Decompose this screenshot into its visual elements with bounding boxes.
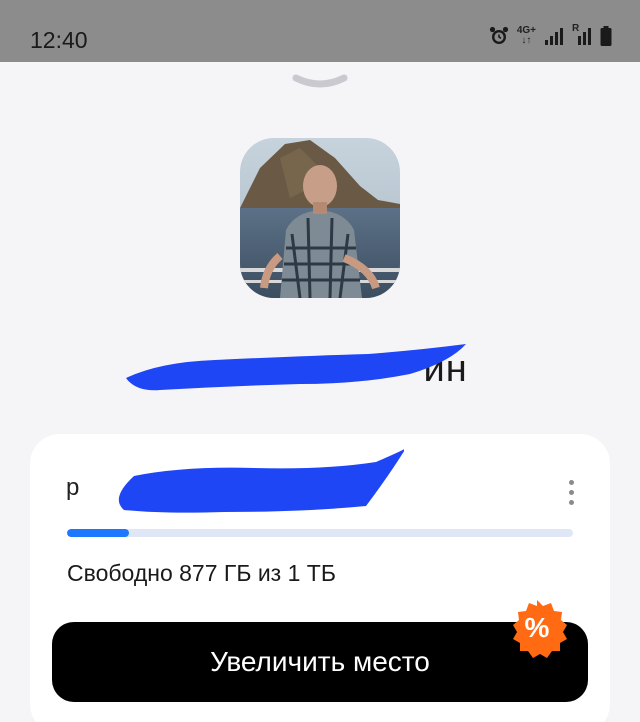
account-sheet: ХХХХХХХХХХин p Свободно 877 ГБ из 1 ТБ У… <box>0 62 640 722</box>
profile-name: ХХХХХХХХХХин <box>0 340 640 404</box>
promo-badge[interactable]: % <box>506 598 568 660</box>
email-row: p <box>66 449 576 513</box>
avatar[interactable] <box>240 138 400 298</box>
promo-percent-label: % <box>524 612 550 643</box>
network-4g-icon: 4G+ ↓↑ <box>516 25 536 46</box>
email-redaction <box>118 449 404 513</box>
account-card: p Свободно 877 ГБ из 1 ТБ Увеличить мест… <box>30 434 610 722</box>
roaming-label: R <box>572 23 580 34</box>
battery-icon <box>600 26 612 46</box>
collapse-handle-chevron-icon[interactable] <box>292 74 348 95</box>
status-icons: 4G+ ↓↑ R <box>489 23 612 46</box>
status-time: 12:40 <box>30 27 88 53</box>
more-vertical-icon[interactable] <box>564 480 578 508</box>
account-email: p <box>66 474 80 501</box>
status-bar: 12:40 4G+ ↓↑ R <box>0 0 640 62</box>
signal-icon <box>544 27 564 45</box>
name-redaction <box>126 344 466 391</box>
storage-progress-fill <box>67 529 130 537</box>
storage-free-text: Свободно 877 ГБ из 1 ТБ <box>67 560 336 586</box>
alarm-icon <box>489 26 509 46</box>
storage-progress-bar <box>67 529 573 537</box>
roaming-signal-icon: R <box>572 23 592 45</box>
